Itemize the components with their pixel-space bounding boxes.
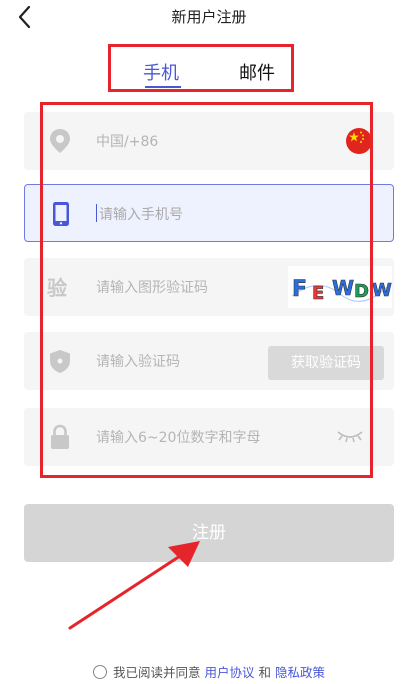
captcha-image[interactable]: F E W D W <box>288 266 392 308</box>
sms-code-placeholder: 请输入验证码 <box>96 354 180 370</box>
verify-icon: 验 <box>47 276 67 300</box>
tab-email[interactable]: 邮件 <box>239 59 275 85</box>
agreement-and: 和 <box>258 665 271 680</box>
agree-radio[interactable] <box>92 665 107 679</box>
tab-phone[interactable]: 手机 <box>143 59 179 85</box>
tab-active-underline <box>145 86 181 88</box>
location-pin-icon <box>50 129 70 153</box>
agreement-text: 我已阅读并同意 <box>112 665 201 680</box>
svg-text:W: W <box>332 276 354 300</box>
captcha-input[interactable]: 验 请输入图形验证码 F E W D W <box>24 258 394 316</box>
svg-text:验: 验 <box>47 276 67 300</box>
agreement-row: 我已阅读并同意 用户协议 和 隐私政策 <box>0 662 418 681</box>
captcha-placeholder: 请输入图形验证码 <box>96 280 208 296</box>
region-text: 中国/+86 <box>96 134 159 150</box>
phone-icon <box>53 202 69 226</box>
password-input[interactable]: 请输入6~20位数字和字母 <box>24 408 394 466</box>
svg-text:W: W <box>372 280 392 301</box>
tabs-annotation-box: 手机 邮件 <box>108 44 294 92</box>
password-placeholder: 请输入6~20位数字和字母 <box>96 430 261 446</box>
eye-closed-icon[interactable] <box>336 428 364 444</box>
privacy-policy-link[interactable]: 隐私政策 <box>275 665 325 680</box>
phone-input[interactable]: 请输入手机号 <box>24 184 394 242</box>
shield-icon <box>50 350 70 373</box>
register-button[interactable]: 注册 <box>24 504 394 562</box>
china-flag-icon <box>346 128 372 154</box>
lock-icon <box>51 424 69 449</box>
sms-code-input[interactable]: 请输入验证码 获取验证码 <box>24 332 394 390</box>
phone-placeholder: 请输入手机号 <box>99 207 183 223</box>
get-code-button[interactable]: 获取验证码 <box>268 346 384 380</box>
svg-text:D: D <box>354 281 369 302</box>
header: 新用户注册 <box>0 0 418 34</box>
svg-text:F: F <box>292 277 307 302</box>
user-agreement-link[interactable]: 用户协议 <box>204 665 254 680</box>
region-selector[interactable]: 中国/+86 <box>24 112 394 170</box>
page-title: 新用户注册 <box>171 8 247 26</box>
svg-text:E: E <box>312 283 324 304</box>
text-caret <box>96 204 97 222</box>
